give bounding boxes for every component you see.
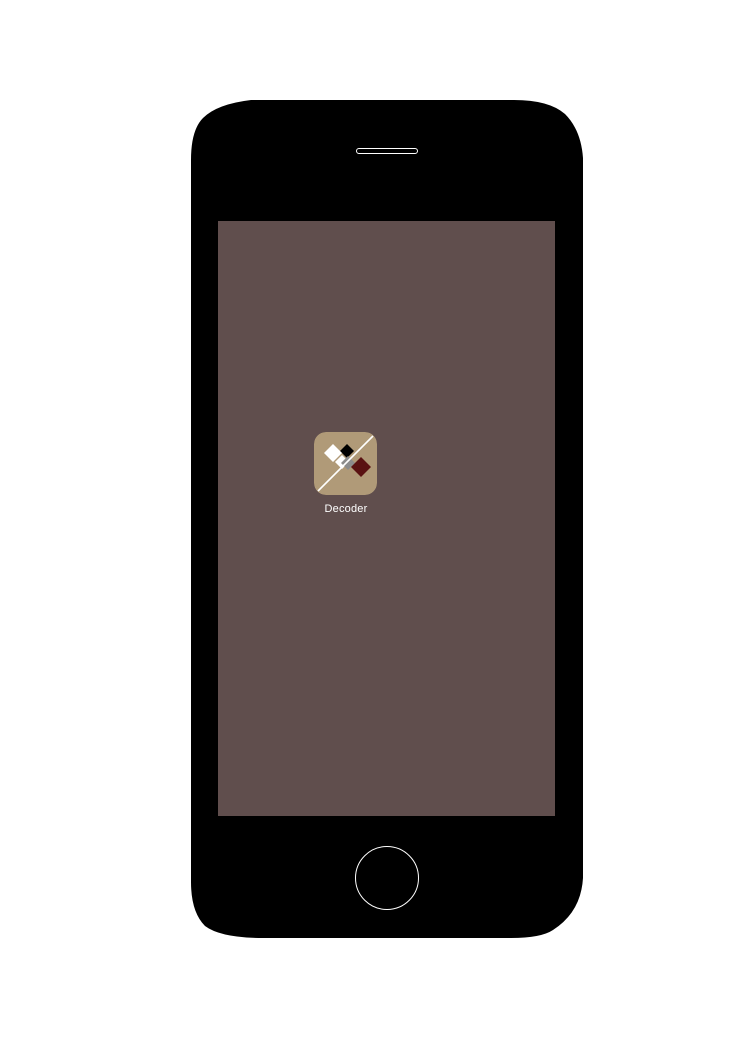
phone-device: Decoder [191, 100, 583, 938]
home-screen[interactable]: Decoder [218, 221, 555, 816]
home-button[interactable] [355, 846, 419, 910]
decoder-diamonds-icon[interactable] [314, 432, 377, 495]
earpiece-speaker [356, 148, 418, 154]
app-label-decoder: Decoder [324, 503, 368, 515]
app-decoder[interactable]: Decoder [314, 432, 378, 516]
